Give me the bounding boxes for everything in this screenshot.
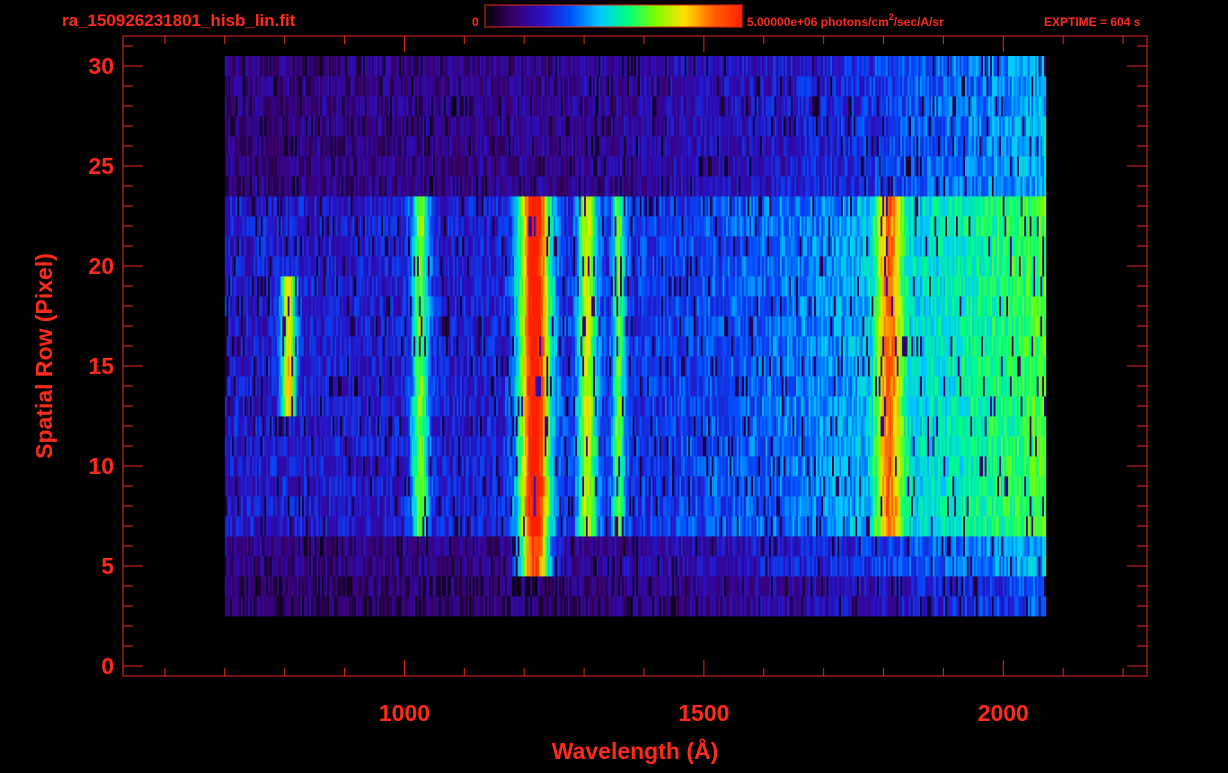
heatmap-cell <box>532 516 540 537</box>
heatmap-cell <box>1044 556 1047 577</box>
heatmap-cell <box>354 496 359 517</box>
heatmap-cell <box>316 536 321 557</box>
heatmap-cell <box>530 476 535 497</box>
heatmap-cell <box>679 516 684 537</box>
heatmap-cell <box>487 416 492 437</box>
heatmap-cell <box>1044 396 1047 417</box>
colorbar-max-label: 5.00000e+06 photons/cm2/sec/A/sr <box>747 12 944 29</box>
heatmap-cell <box>1036 416 1041 437</box>
heatmap-cell <box>1044 516 1047 537</box>
heatmap-cell <box>530 456 540 477</box>
heatmap-cell <box>434 476 439 497</box>
heatmap-cell <box>558 396 563 417</box>
heatmap-cell <box>787 476 792 497</box>
heatmap-cell <box>1044 416 1047 437</box>
heatmap-cell <box>1044 456 1047 477</box>
heatmap-cell <box>413 576 418 597</box>
heatmap-cell <box>909 396 914 417</box>
heatmap-cell <box>267 436 272 457</box>
heatmap-cell <box>253 496 258 517</box>
colorbar <box>484 4 743 28</box>
heatmap-cell <box>532 416 540 437</box>
heatmap-cell <box>1044 476 1047 497</box>
heatmap-cells <box>224 56 1047 617</box>
heatmap-cell <box>806 556 811 577</box>
heatmap-cell <box>282 476 287 497</box>
heatmap-cell <box>921 576 926 597</box>
heatmap-cell <box>465 416 470 437</box>
file-name: ra_150926231801_hisb_lin.fit <box>62 11 296 30</box>
heatmap-cell <box>819 596 824 617</box>
spectral-image-chart: ra_150926231801_hisb_lin.fit 0 5.00000e+… <box>31 4 1148 764</box>
heatmap-cell <box>1044 536 1047 557</box>
heatmap-cell <box>903 576 908 597</box>
heatmap-cell <box>1044 436 1047 457</box>
heatmap-cell <box>641 476 646 497</box>
heatmap-cell <box>747 536 752 557</box>
heatmap-cell <box>542 396 547 417</box>
heatmap-cell <box>291 476 296 497</box>
heatmap-cell <box>632 456 637 477</box>
heatmap-cell <box>1044 596 1047 617</box>
heatmap-cell <box>490 416 495 437</box>
heatmap-cell <box>1044 576 1047 597</box>
colorbar-max-unit: /sec/A/sr <box>894 15 944 29</box>
heatmap-cell <box>571 416 576 437</box>
heatmap-cell <box>1044 496 1047 517</box>
heatmap-cell <box>754 576 759 597</box>
heatmap-cell <box>713 396 718 417</box>
exptime-label: EXPTIME = 604 s <box>1044 15 1141 29</box>
heatmap-cell <box>535 476 540 497</box>
colorbar-min-label: 0 <box>472 15 479 29</box>
colorbar-max-value: 5.00000e+06 photons/cm <box>747 15 889 29</box>
heatmap-cell <box>659 576 664 597</box>
heatmap-cell <box>532 436 540 457</box>
